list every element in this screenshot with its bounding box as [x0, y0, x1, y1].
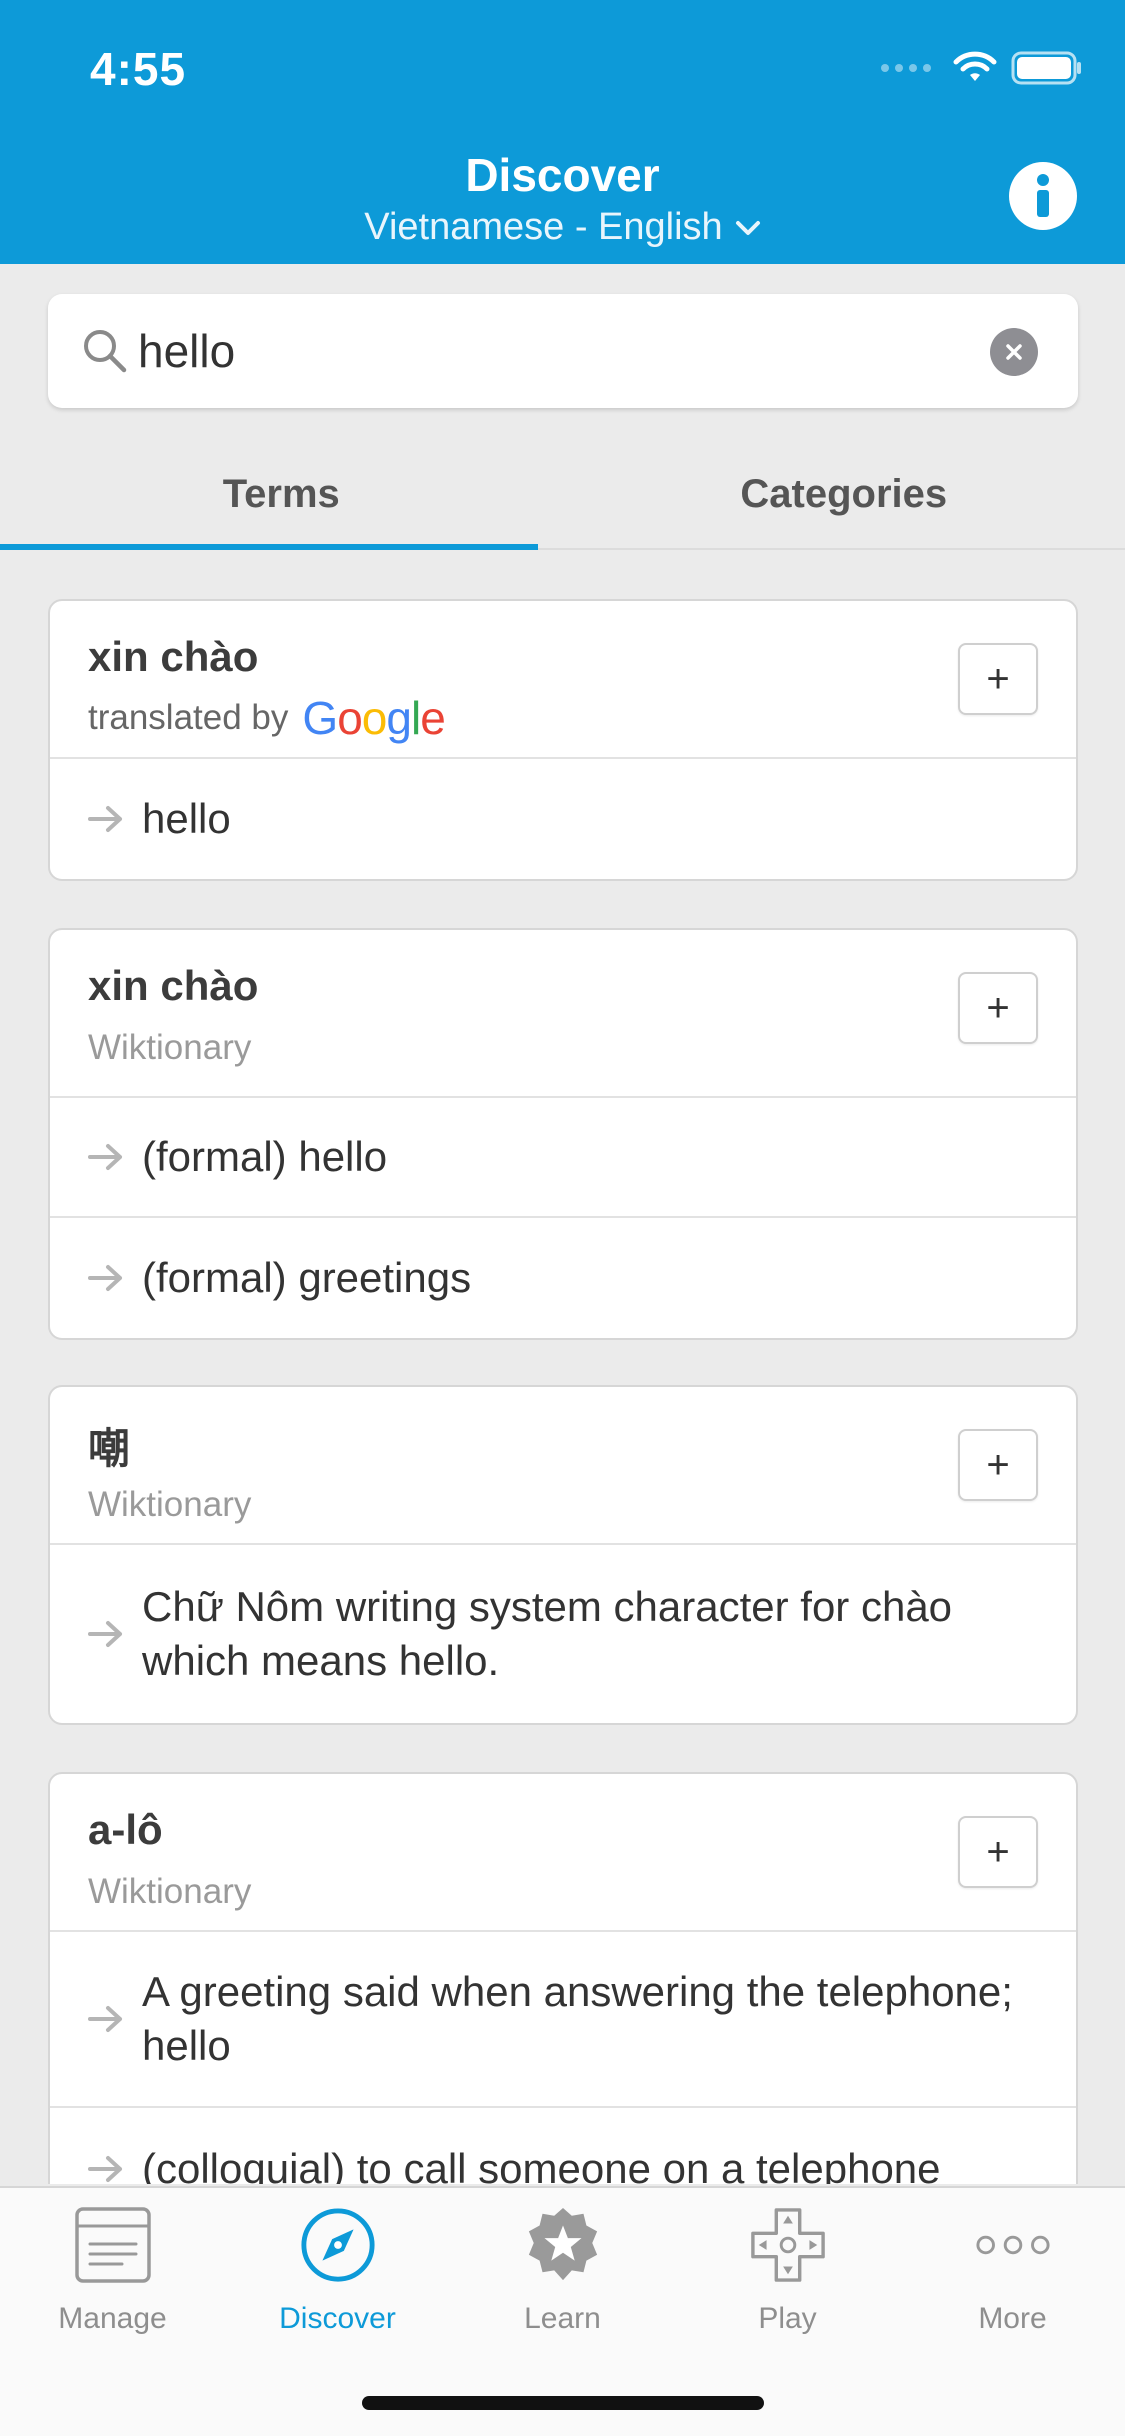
- definition-row: (formal) hello: [50, 1098, 1076, 1218]
- tabbar-item-play[interactable]: Play: [675, 2206, 900, 2336]
- result-card: 嘲 Wiktionary + Chữ Nôm writing system ch…: [48, 1385, 1078, 1725]
- arrow-right-icon: [88, 1144, 122, 1170]
- term-text: xin chào: [88, 962, 259, 1009]
- definition-text: hello: [142, 795, 231, 842]
- manage-icon: [74, 2206, 152, 2284]
- info-icon: [1037, 174, 1049, 217]
- close-icon: [1006, 344, 1022, 360]
- tabbar-label: Discover: [279, 2302, 396, 2335]
- nav-header: 4:55 Discover Vietnamese - English: [0, 0, 1125, 264]
- definition-text: (formal) greetings: [142, 1254, 472, 1301]
- google-logo: Google: [302, 692, 445, 744]
- definition-text: Chữ Nôm writing system character for chà…: [142, 1583, 953, 1684]
- tabbar-item-learn[interactable]: Learn: [450, 2206, 675, 2336]
- status-icons: [881, 50, 1083, 86]
- compass-icon: [299, 2206, 377, 2284]
- tabbar-label: More: [978, 2302, 1047, 2335]
- definition-row: A greeting said when answering the telep…: [50, 1932, 1076, 2108]
- definition-text: A greeting said when answering the telep…: [142, 1968, 1013, 2069]
- signal-icon: [881, 64, 931, 72]
- source-label: Wiktionary: [88, 1028, 252, 1067]
- definition-row: (colloquial) to call someone on a teleph…: [50, 2108, 1076, 2184]
- arrow-right-icon: [88, 1265, 122, 1291]
- result-card: xin chào translated by Google + hello: [48, 599, 1078, 881]
- arrow-right-icon: [88, 2006, 122, 2032]
- search-bar: [48, 294, 1078, 408]
- tabbar-label: Learn: [524, 2302, 601, 2335]
- add-term-button[interactable]: +: [958, 972, 1038, 1044]
- result-card: xin chào Wiktionary + (formal) hello (fo…: [48, 928, 1078, 1340]
- wifi-icon: [953, 51, 997, 81]
- tabbar-item-manage[interactable]: Manage: [0, 2206, 225, 2336]
- search-input[interactable]: [138, 320, 998, 382]
- add-term-button[interactable]: +: [958, 1816, 1038, 1888]
- tab-categories[interactable]: Categories: [563, 440, 1125, 548]
- card-header: xin chào translated by Google +: [50, 601, 1076, 759]
- card-header: xin chào Wiktionary +: [50, 930, 1076, 1098]
- language-pair-label: Vietnamese - English: [364, 206, 723, 248]
- source-label: Wiktionary: [88, 1485, 252, 1524]
- source-label: translated by Google: [88, 691, 446, 745]
- chevron-down-icon: [735, 220, 760, 235]
- card-header: a-lô Wiktionary +: [50, 1774, 1076, 1932]
- info-button[interactable]: [1009, 162, 1077, 230]
- tabbar-label: Play: [758, 2302, 817, 2335]
- term-text: xin chào: [88, 633, 259, 680]
- definition-text: (colloquial) to call someone on a teleph…: [142, 2145, 941, 2184]
- add-term-button[interactable]: +: [958, 643, 1038, 715]
- results-list[interactable]: xin chào translated by Google + hello xi…: [0, 552, 1125, 2184]
- source-prefix: translated by: [88, 698, 289, 737]
- page-title: Discover: [465, 149, 660, 201]
- status-time: 4:55: [90, 43, 187, 95]
- definition-row: (formal) greetings: [50, 1218, 1076, 1338]
- add-term-button[interactable]: +: [958, 1429, 1038, 1501]
- battery-icon: [1011, 51, 1081, 85]
- dpad-icon: [749, 2206, 827, 2284]
- result-card: a-lô Wiktionary + A greeting said when a…: [48, 1772, 1078, 2184]
- definition-text: (formal) hello: [142, 1133, 388, 1180]
- badge-star-icon: [524, 2206, 602, 2284]
- tabbar-label: Manage: [58, 2302, 167, 2335]
- arrow-right-icon: [88, 1621, 122, 1647]
- more-dots-icon: [974, 2206, 1052, 2284]
- definition-row: hello: [50, 759, 1076, 879]
- source-label: Wiktionary: [88, 1872, 252, 1911]
- search-icon: [84, 330, 127, 373]
- home-indicator: [362, 2396, 764, 2410]
- app-screen: 4:55 Discover Vietnamese - English hello…: [0, 0, 1125, 2436]
- segment-tabs: Terms Categories: [0, 440, 1125, 550]
- arrow-right-icon: [88, 806, 122, 832]
- tab-indicator: [0, 544, 538, 550]
- arrow-right-icon: [88, 2156, 122, 2182]
- card-header: 嘲 Wiktionary +: [50, 1387, 1076, 1545]
- tab-terms[interactable]: Terms: [0, 440, 563, 548]
- term-text: a-lô: [88, 1806, 163, 1853]
- definition-row: Chữ Nôm writing system character for chà…: [50, 1545, 1076, 1723]
- language-selector[interactable]: Vietnamese - English: [0, 206, 1125, 249]
- tabbar-item-more[interactable]: More: [900, 2206, 1125, 2336]
- term-text: 嘲: [88, 1425, 131, 1472]
- tabbar-item-discover[interactable]: Discover: [225, 2206, 450, 2336]
- clear-search-button[interactable]: [990, 328, 1038, 376]
